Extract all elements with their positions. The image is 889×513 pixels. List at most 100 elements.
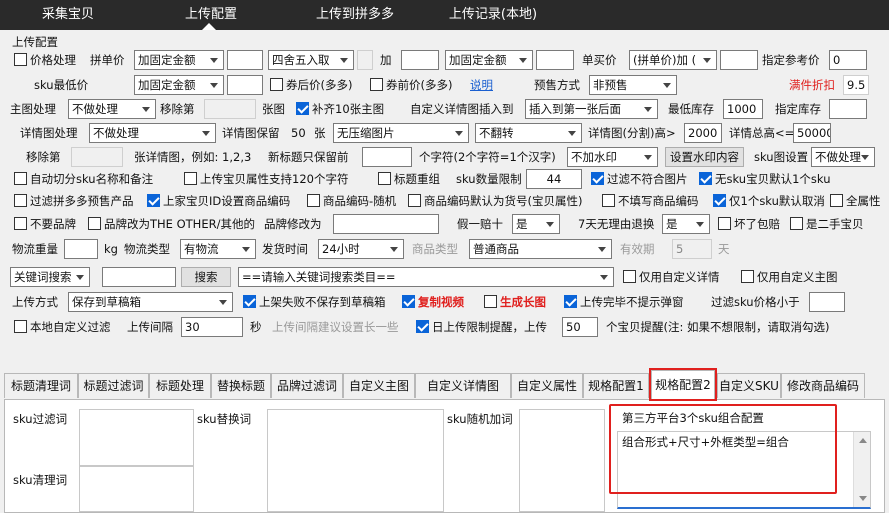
single-price-add-input[interactable] <box>536 50 574 70</box>
no-brand-checkbox[interactable]: 不要品牌 <box>14 214 76 234</box>
tab-title-clean[interactable]: 标题清理词 <box>4 373 78 398</box>
ref-price-input[interactable]: 0 <box>829 50 867 70</box>
gen-long-img-checkbox[interactable]: 生成长图 <box>484 292 546 312</box>
total-height-input[interactable]: 50000 <box>793 123 831 143</box>
pin-price-mode-select[interactable]: 加固定金额 <box>134 50 224 70</box>
full-discount-input[interactable]: 9.5 <box>843 75 869 95</box>
tab-custom-detail-img[interactable]: 自定义详情图 <box>415 373 511 398</box>
watermark-settings-button[interactable]: 设置水印内容 <box>665 147 744 167</box>
second-hand-checkbox[interactable]: 是二手宝贝 <box>790 214 864 234</box>
tab-brand-filter[interactable]: 品牌过滤词 <box>271 373 343 398</box>
tab-custom-attrs[interactable]: 自定义属性 <box>511 373 583 398</box>
sku-random-textarea[interactable] <box>519 409 605 512</box>
split-height-input[interactable]: 2000 <box>684 123 722 143</box>
logistics-type-select[interactable]: 有物流 <box>180 239 256 259</box>
explain-link[interactable]: 说明 <box>470 75 493 95</box>
before-coupon-checkbox[interactable]: 券前价(多多) <box>370 75 452 95</box>
tab-spec-config-1[interactable]: 规格配置1 <box>583 373 649 398</box>
only-custom-main-checkbox[interactable]: 仅用自定义主图 <box>741 267 838 287</box>
detail-img-select[interactable]: 不做处理 <box>89 123 216 143</box>
code-random-checkbox[interactable]: 商品编码-随机 <box>307 191 396 211</box>
nav-tab-collect[interactable]: 采集宝贝 <box>18 0 118 30</box>
all-attrs-checkbox[interactable]: 全属性 <box>830 191 881 211</box>
presale-select[interactable]: 非预售 <box>589 75 677 95</box>
daily-limit-input[interactable]: 50 <box>562 317 598 337</box>
one-sku-cancel-checkbox[interactable]: 仅1个sku默认取消 <box>713 191 825 211</box>
custom-detail-insert-select[interactable]: 插入到第一张后面 <box>525 99 658 119</box>
seven-day-return-select[interactable]: 是 <box>662 214 710 234</box>
nav-tab-upload-records[interactable]: 上传记录(本地) <box>438 0 548 30</box>
remove-detail-input[interactable] <box>71 147 123 167</box>
spec-stock-input[interactable] <box>829 99 867 119</box>
local-filter-checkbox[interactable]: 本地自定义过滤 <box>14 317 111 337</box>
sku-min-price-select[interactable]: 加固定金额 <box>134 75 224 95</box>
auto-split-sku-checkbox[interactable]: 自动切分sku名称和备注 <box>14 169 153 189</box>
filter-img-checkbox[interactable]: 过滤不符合图片 <box>591 169 688 189</box>
interval-input[interactable]: 30 <box>181 317 243 337</box>
tab-custom-sku[interactable]: 自定义SKU <box>717 373 781 398</box>
no-sku-default-checkbox[interactable]: 无sku宝贝默认1个sku <box>699 169 831 189</box>
price-process-checkbox[interactable]: 价格处理 <box>14 50 76 70</box>
single-price-mode-select[interactable]: 加固定金额 <box>445 50 533 70</box>
tab-custom-main-img[interactable]: 自定义主图 <box>343 373 415 398</box>
tab-replace-title[interactable]: 替换标题 <box>211 373 271 398</box>
copy-video-checkbox[interactable]: 复制视频 <box>402 292 464 312</box>
sku-filter-textarea[interactable] <box>79 409 194 466</box>
daily-limit-checkbox[interactable]: 日上传限制提醒，上传 <box>416 317 547 337</box>
buy-price-label: 单买价 <box>582 53 617 67</box>
code-default-checkbox[interactable]: 商品编码默认为货号(宝贝属性) <box>408 191 582 211</box>
weight-input[interactable] <box>64 239 98 259</box>
only-custom-detail-checkbox[interactable]: 仅用自定义详情 <box>623 267 720 287</box>
keyword-input[interactable] <box>102 267 176 287</box>
remove-main-img-input[interactable] <box>204 99 256 119</box>
buy-price-add-input[interactable] <box>720 50 758 70</box>
checkbox-box <box>408 194 421 207</box>
title-reorg-checkbox[interactable]: 标题重组 <box>378 169 440 189</box>
group-title: 上传配置 <box>12 35 58 49</box>
total-height-label: 详情总高<= <box>729 126 795 140</box>
support-120-chars-checkbox[interactable]: 上传宝贝属性支持120个字符 <box>184 169 348 189</box>
brand-other-checkbox[interactable]: 品牌改为THE OTHER/其他的 <box>88 214 255 234</box>
filter-presale-checkbox[interactable]: 过滤拼多多预售产品 <box>14 191 134 211</box>
tab-spec-config-2[interactable]: 规格配置2 <box>649 368 717 401</box>
watermark-select[interactable]: 不加水印 <box>567 147 658 167</box>
shelf-fail-no-draft-checkbox[interactable]: 上架失败不保存到草稿箱 <box>243 292 386 312</box>
filter-sku-price-input[interactable] <box>809 292 845 312</box>
sku-min-price-input[interactable] <box>227 75 263 95</box>
fake-compensate-select[interactable]: 是 <box>512 214 560 234</box>
compress-select[interactable]: 无压缩图片 <box>333 123 469 143</box>
vertical-scrollbar[interactable] <box>853 432 870 507</box>
tab-title-process[interactable]: 标题处理 <box>149 373 211 398</box>
fill-10-main-img-checkbox[interactable]: 补齐10张主图 <box>296 99 384 119</box>
no-code-checkbox[interactable]: 不填写商品编码 <box>602 191 699 211</box>
flip-select[interactable]: 不翻转 <box>475 123 582 143</box>
pin-price-amount-input[interactable] <box>227 50 263 70</box>
sku-replace-textarea[interactable] <box>267 409 444 512</box>
sku-img-select[interactable]: 不做处理 <box>811 147 875 167</box>
checkbox-label: 价格处理 <box>30 53 76 67</box>
validity-input[interactable]: 5 <box>672 239 712 259</box>
buy-price-mode-select[interactable]: (拼单价)加 ( <box>629 50 717 70</box>
upload-id-as-code-checkbox[interactable]: 上家宝贝ID设置商品编码 <box>147 191 290 211</box>
category-select[interactable]: ==请输入关键词搜索类目== <box>238 267 614 287</box>
tab-modify-code[interactable]: 修改商品编码 <box>781 373 865 398</box>
pin-price-add-input[interactable] <box>401 50 439 70</box>
main-img-select[interactable]: 不做处理 <box>68 99 156 119</box>
broken-compensate-checkbox[interactable]: 坏了包赔 <box>718 214 780 234</box>
no-popup-checkbox[interactable]: 上传完毕不提示弹窗 <box>564 292 684 312</box>
tab-title-filter[interactable]: 标题过滤词 <box>78 373 149 398</box>
upload-mode-select[interactable]: 保存到草稿箱 <box>68 292 233 312</box>
keyword-search-select[interactable]: 关键词搜索 <box>10 267 90 287</box>
brand-change-input[interactable] <box>333 214 439 234</box>
ship-time-select[interactable]: 24小时 <box>318 239 404 259</box>
rounding-select[interactable]: 四舍五入取 <box>268 50 354 70</box>
title-keep-input[interactable] <box>362 147 412 167</box>
nav-tab-upload-pdd[interactable]: 上传到拼多多 <box>300 0 410 30</box>
sku-limit-input[interactable]: 44 <box>526 169 582 189</box>
search-button[interactable]: 搜索 <box>181 267 231 287</box>
rounding-extra-input[interactable] <box>357 50 373 70</box>
after-coupon-checkbox[interactable]: 券后价(多多) <box>270 75 352 95</box>
sku-clean-textarea[interactable] <box>79 466 194 512</box>
product-type-select[interactable]: 普通商品 <box>469 239 612 259</box>
min-stock-input[interactable]: 1000 <box>723 99 763 119</box>
